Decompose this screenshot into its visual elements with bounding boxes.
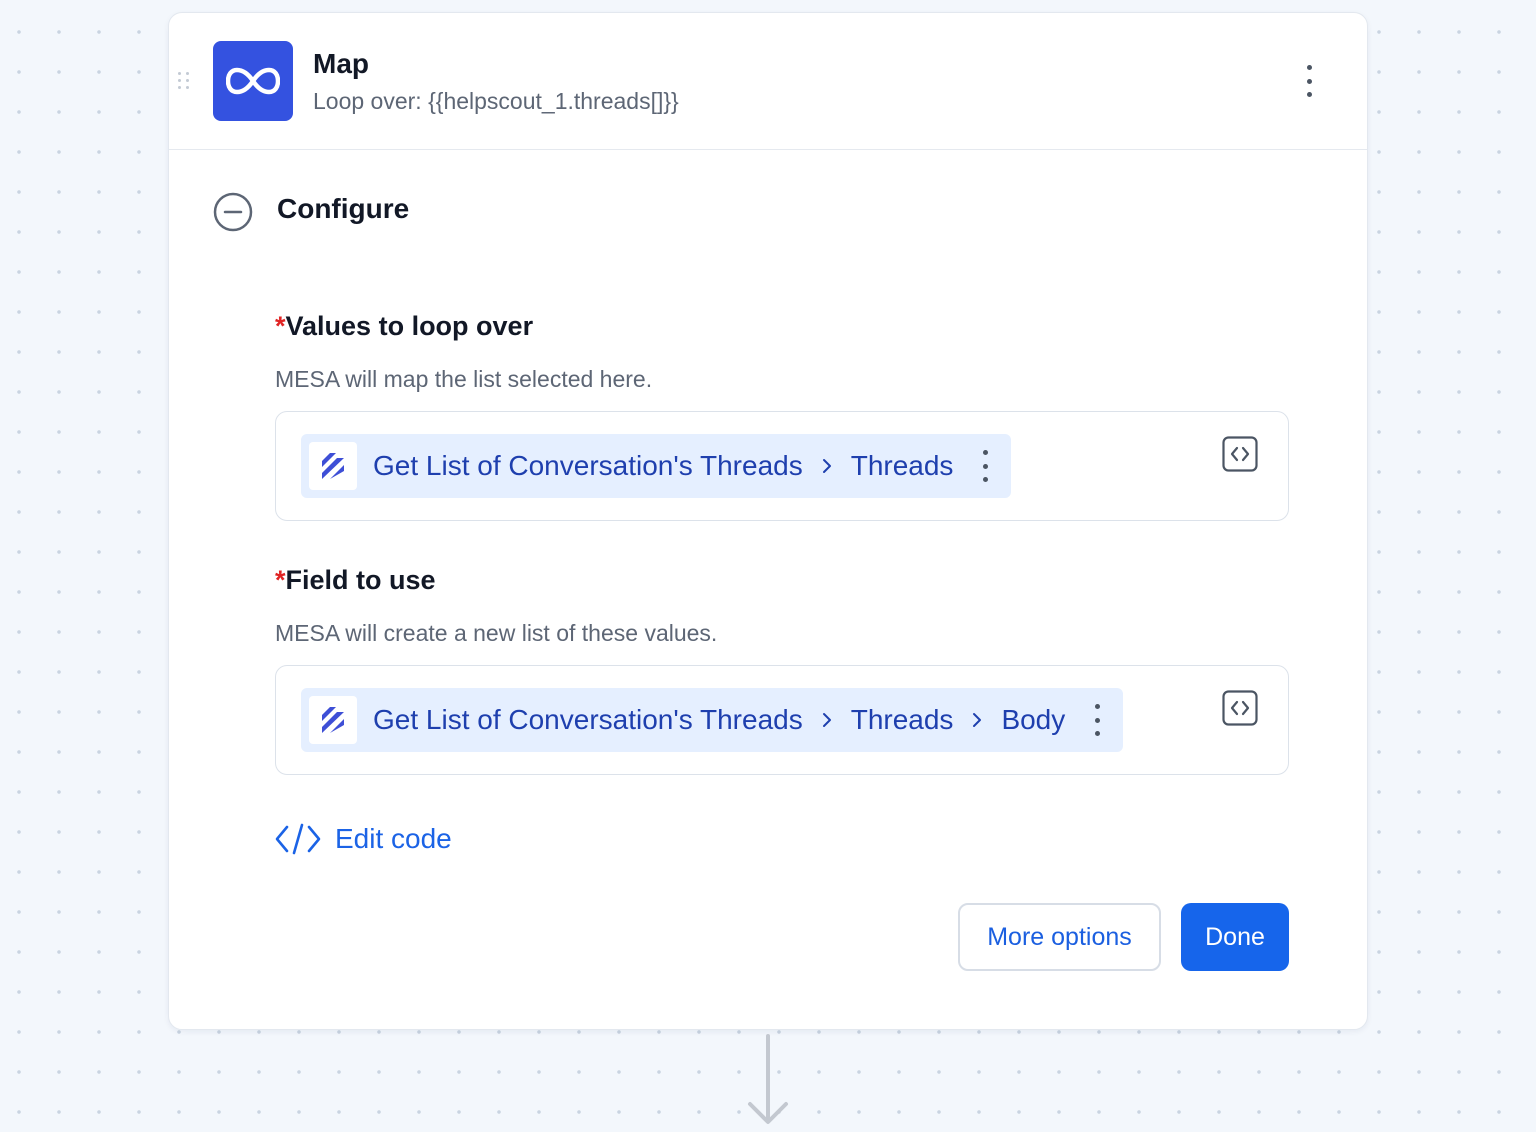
token-path-list: Threads [850,704,954,735]
token-path-step: Get List of Conversation's Threads [373,704,803,735]
chevron-right-icon [821,712,833,728]
values-field[interactable]: Get List of Conversation's Threads Threa… [275,411,1289,521]
step-menu-icon[interactable] [1303,65,1315,97]
step-header: Map Loop over: {{helpscout_1.threads[]}} [169,13,1367,150]
token-path-step: Get List of Conversation's Threads [373,450,803,481]
map-step-card: Map Loop over: {{helpscout_1.threads[]}}… [168,12,1368,1030]
done-button[interactable]: Done [1181,903,1289,971]
minus-circle-icon[interactable] [212,191,254,233]
drag-handle-icon[interactable] [178,72,190,90]
threads-token[interactable]: Get List of Conversation's Threads Threa… [301,434,1012,498]
helpscout-logo-icon [309,442,357,490]
field-help-field-to-use: MESA will create a new list of these val… [275,620,718,646]
section-title: Configure [277,193,410,224]
token-menu-icon[interactable] [979,450,991,482]
edit-code-label: Edit code [335,823,452,854]
arrow-down-icon [748,1034,788,1124]
infinity-icon [213,41,293,121]
step-subtitle: Loop over: {{helpscout_1.threads[]}} [313,88,679,114]
field-label-values: *Values to loop over [275,311,534,341]
helpscout-logo-icon [309,696,357,744]
field-label-field-to-use: *Field to use [275,565,436,595]
code-icon [275,823,321,855]
field-to-use-field[interactable]: Get List of Conversation's Threads Threa… [275,665,1289,775]
body-token[interactable]: Get List of Conversation's Threads Threa… [301,688,1124,752]
more-options-button[interactable]: More options [958,903,1161,971]
step-title: Map [313,48,369,79]
chevron-right-icon [821,458,833,474]
code-toggle-icon[interactable] [1222,690,1258,726]
field-help-values: MESA will map the list selected here. [275,366,653,392]
required-mark: * [275,565,286,595]
code-toggle-icon[interactable] [1222,436,1258,472]
chevron-right-icon [971,712,983,728]
required-mark: * [275,311,286,341]
token-path-field: Body [1001,704,1066,735]
edit-code-link[interactable]: Edit code [275,819,452,859]
token-menu-icon[interactable] [1091,704,1103,736]
token-path-field: Threads [850,450,954,481]
